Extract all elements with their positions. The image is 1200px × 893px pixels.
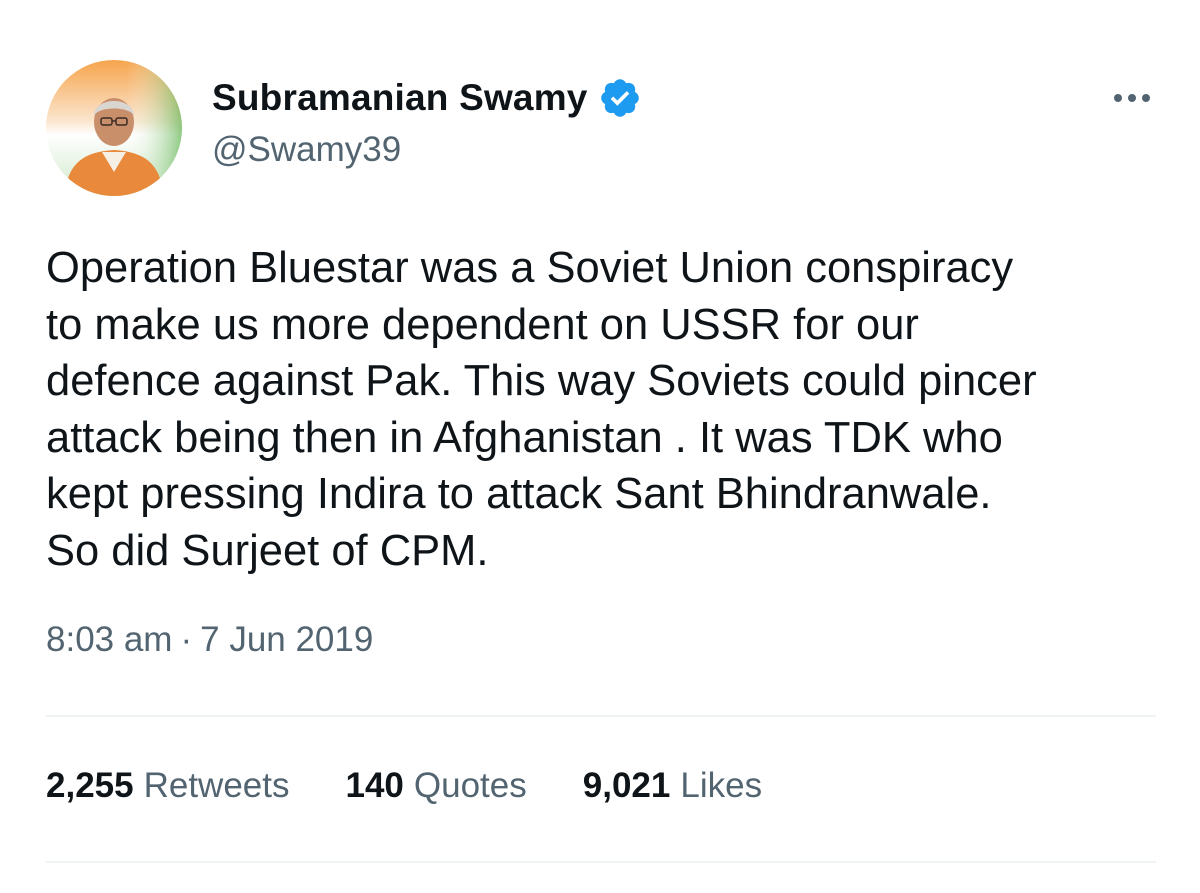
author-display-name[interactable]: Subramanian Swamy — [212, 77, 588, 119]
quotes-stat[interactable]: 140 Quotes — [346, 766, 527, 806]
engagement-stats: 2,255 Retweets 140 Quotes 9,021 Likes — [46, 766, 818, 806]
likes-stat[interactable]: 9,021 Likes — [583, 766, 762, 806]
author-handle[interactable]: @Swamy39 — [212, 130, 401, 170]
author-name-row: Subramanian Swamy — [212, 74, 642, 122]
avatar[interactable] — [46, 60, 182, 196]
divider — [46, 861, 1156, 863]
tweet-text: Operation Bluestar was a Soviet Union co… — [46, 244, 1037, 575]
retweets-count: 2,255 — [46, 766, 134, 805]
more-options-icon[interactable] — [1104, 80, 1160, 116]
likes-count: 9,021 — [582, 766, 671, 805]
tweet-timestamp: 8:03 am · 7 Jun 2019 — [46, 620, 373, 660]
avatar-image — [46, 60, 182, 196]
tweet-time[interactable]: 8:03 am — [46, 620, 172, 659]
timestamp-separator: · — [180, 620, 193, 659]
retweets-label: Retweets — [143, 766, 290, 805]
likes-label: Likes — [680, 766, 763, 805]
divider — [46, 715, 1156, 717]
tweet-container: Subramanian Swamy @Swamy39 Operation Blu… — [0, 0, 1200, 893]
quotes-label: Quotes — [413, 766, 527, 805]
quotes-count: 140 — [345, 766, 404, 805]
retweets-stat[interactable]: 2,255 Retweets — [46, 766, 290, 806]
tweet-date[interactable]: 7 Jun 2019 — [200, 620, 373, 659]
verified-badge-icon — [598, 76, 642, 120]
